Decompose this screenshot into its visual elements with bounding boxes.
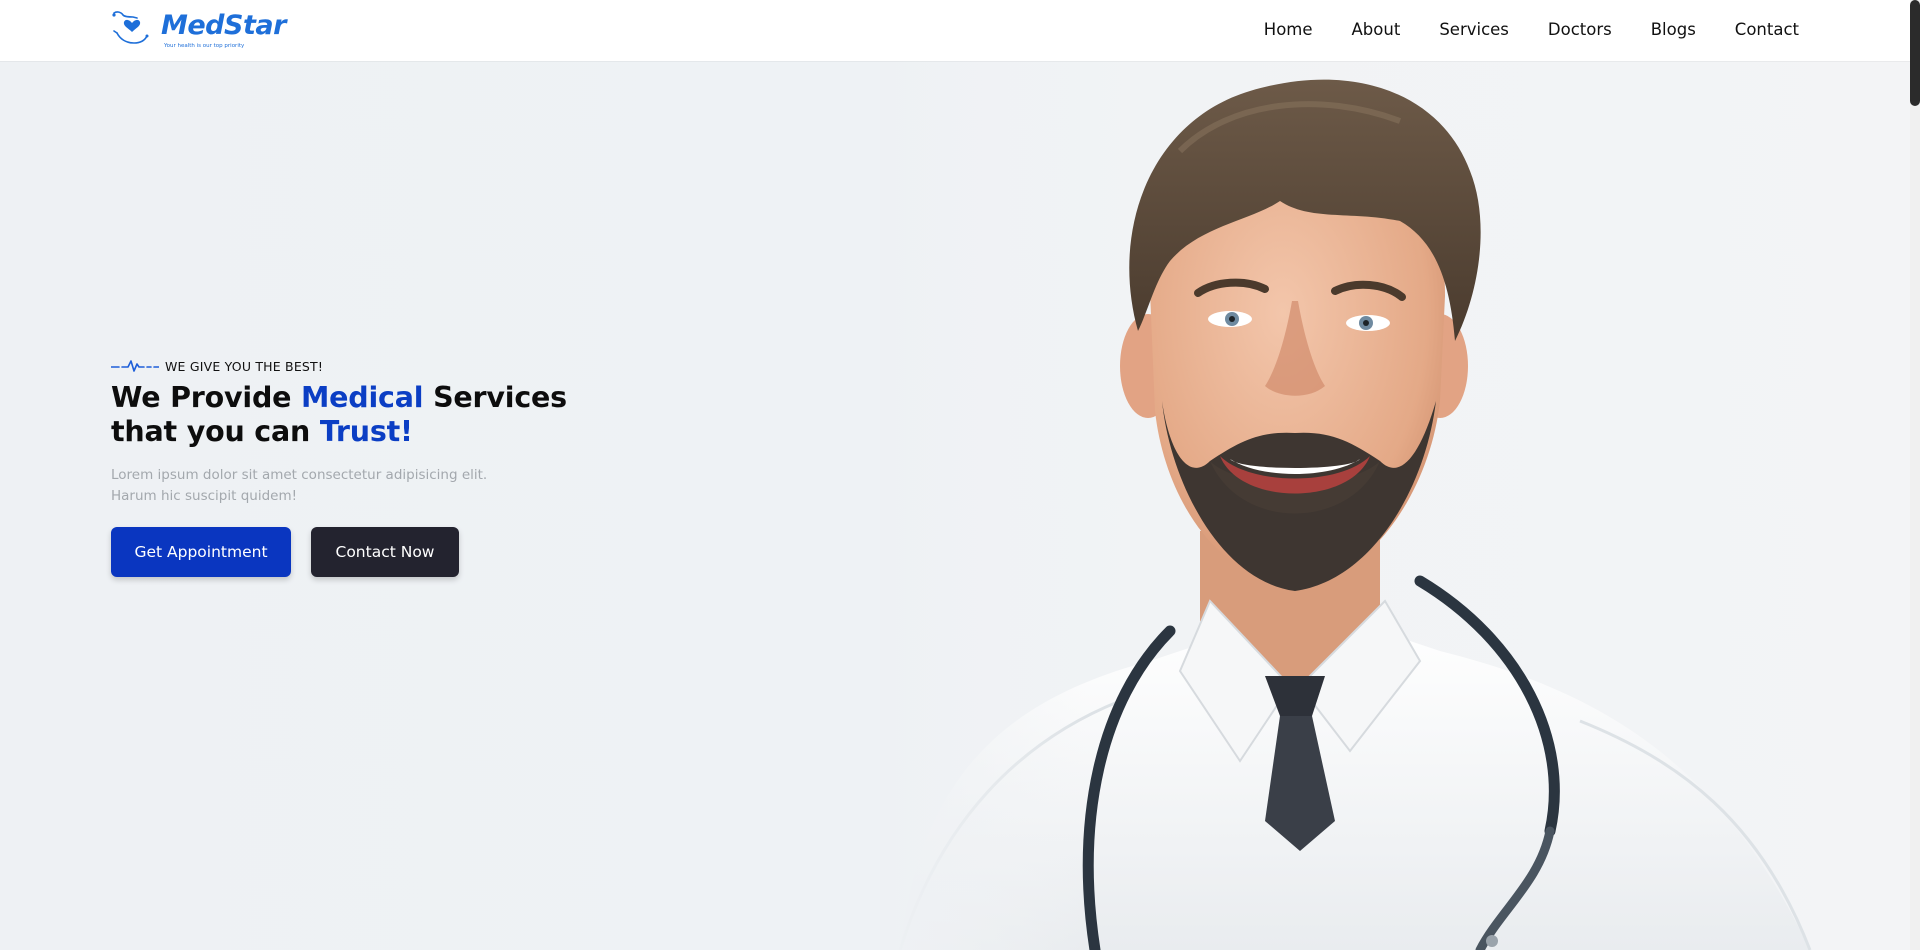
nav-item-contact[interactable]: Contact bbox=[1735, 18, 1799, 42]
headline-part3: that you can bbox=[111, 415, 320, 448]
scrollbar-thumb[interactable] bbox=[1910, 0, 1920, 106]
main-nav: Home About Services Doctors Blogs Contac… bbox=[1225, 18, 1799, 42]
heartbeat-pulse-icon bbox=[111, 360, 159, 372]
doctor-image bbox=[880, 61, 1910, 950]
hero-section: WE GIVE YOU THE BEST! We Provide Medical… bbox=[0, 61, 1910, 950]
hero-content: WE GIVE YOU THE BEST! We Provide Medical… bbox=[111, 358, 671, 577]
heart-in-hands-icon bbox=[112, 11, 149, 44]
eyebrow: WE GIVE YOU THE BEST! bbox=[111, 358, 671, 374]
nav-item-home[interactable]: Home bbox=[1264, 18, 1313, 42]
contact-now-button[interactable]: Contact Now bbox=[311, 527, 459, 577]
hero-description: Lorem ipsum dolor sit amet consectetur a… bbox=[111, 467, 488, 504]
headline-part2: Services bbox=[423, 381, 567, 414]
hero-buttons: Get Appointment Contact Now bbox=[111, 527, 671, 577]
nav-item-blogs[interactable]: Blogs bbox=[1651, 18, 1696, 42]
brand-name: MedStar bbox=[161, 10, 286, 41]
page: MedStar Your health is our top priority … bbox=[0, 0, 1920, 950]
nav-item-doctors[interactable]: Doctors bbox=[1548, 18, 1612, 42]
nav-item-services[interactable]: Services bbox=[1439, 18, 1509, 42]
navbar: MedStar Your health is our top priority … bbox=[0, 0, 1920, 61]
headline-part1: We Provide bbox=[111, 381, 301, 414]
brand-logo[interactable]: MedStar Your health is our top priority bbox=[111, 9, 286, 51]
headline-accent-medical: Medical bbox=[301, 381, 424, 414]
brand-tagline: Your health is our top priority bbox=[164, 43, 245, 49]
headline-accent-trust: Trust! bbox=[319, 415, 413, 448]
get-appointment-button[interactable]: Get Appointment bbox=[111, 527, 291, 577]
scrollbar-track[interactable] bbox=[1910, 0, 1920, 950]
nav-item-about[interactable]: About bbox=[1352, 18, 1401, 42]
hero-headline: We Provide Medical Services that you can … bbox=[111, 381, 671, 449]
eyebrow-text: WE GIVE YOU THE BEST! bbox=[165, 358, 324, 374]
